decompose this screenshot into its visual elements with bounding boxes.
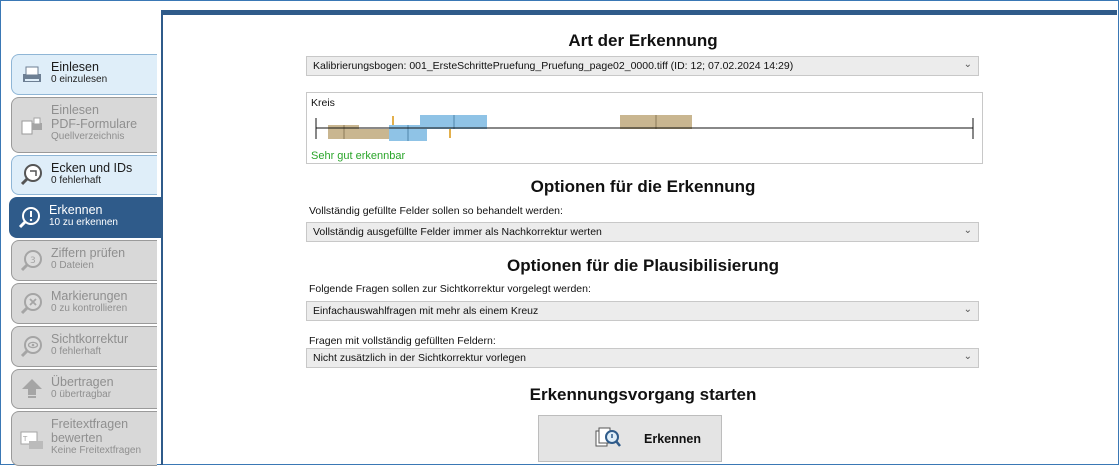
sidebar-item-subtitle: Keine Freitextfragen — [51, 445, 142, 456]
scanner-icon — [23, 66, 41, 82]
sidebar: Einlesen 0 einzulesen Einlesen PDF-Formula… — [1, 1, 162, 466]
transfer-up-icon — [22, 379, 42, 398]
bar-brown-2 — [358, 129, 389, 139]
heading-optionen-erkennung: Optionen für die Erkennung — [530, 177, 756, 196]
marking-check-icon — [20, 292, 42, 314]
heading-art-der-erkennung: Art der Erkennung — [568, 31, 718, 50]
sidebar-item-einlesen[interactable]: Einlesen 0 einzulesen — [11, 54, 157, 95]
digit-check-icon: 3 — [20, 249, 42, 271]
sidebar-item-subtitle: 0 zu kontrollieren — [51, 303, 128, 314]
sidebar-item-subtitle: 0 Dateien — [51, 260, 94, 271]
kreis-status: Sehr gut erkennbar — [311, 150, 406, 162]
questions-label: Folgende Fragen sollen zur Sichtkorrektu… — [309, 283, 591, 295]
chevron-down-icon: ⌄ — [963, 304, 972, 315]
recognize-document-icon — [595, 427, 621, 447]
full-fields-select-value: Nicht zusätzlich in der Sichtkorrektur v… — [313, 352, 527, 364]
freetext-icon: T — [20, 431, 43, 449]
sidebar-item-subtitle: 0 übertragbar — [51, 389, 112, 400]
sidebar-item-title: Einlesen — [51, 60, 99, 74]
questions-select[interactable]: Einfachauswahlfragen mit mehr als einem … — [306, 301, 979, 321]
sidebar-item-title: Übertragen — [51, 375, 114, 389]
sidebar-item-pdf-formulare[interactable]: Einlesen PDF-Formulare Quellverzeichnis — [11, 97, 157, 153]
sidebar-item-title: Freitextfragen — [51, 417, 129, 431]
filled-fields-label: Vollständig gefüllte Felder sollen so be… — [309, 205, 563, 217]
chevron-down-icon: ⌄ — [963, 351, 972, 362]
chevron-down-icon: ⌄ — [963, 59, 972, 70]
svg-text:3: 3 — [30, 256, 36, 266]
main-panel: Art der Erkennung Kalibrierungsbogen: 00… — [163, 15, 1118, 465]
recognize-icon — [18, 206, 40, 228]
heading-optionen-plausibilisierung: Optionen für die Plausibilisierung — [506, 256, 780, 275]
heading-erkennungsvorgang: Erkennungsvorgang starten — [529, 385, 757, 404]
sidebar-item-ecken[interactable]: Ecken und IDs 0 fehlerhaft — [11, 155, 157, 195]
sidebar-item-erkennen[interactable]: Erkennen 10 zu erkennen — [9, 197, 162, 238]
filled-fields-select-value: Vollständig ausgefüllte Felder immer als… — [313, 226, 602, 238]
bar-orange-1 — [392, 116, 394, 125]
full-fields-label: Fragen mit vollständig gefüllten Feldern… — [309, 335, 496, 347]
svg-text:T: T — [22, 435, 28, 443]
erkennen-button-label: Erkennen — [644, 432, 701, 446]
sidebar-item-title: Erkennen — [49, 203, 103, 217]
sidebar-item-title-2: bewerten — [51, 431, 103, 445]
corner-search-icon — [20, 164, 42, 186]
kreis-histogram — [315, 115, 974, 141]
sidebar-item-uebertragen[interactable]: Übertragen 0 übertragbar — [11, 369, 157, 409]
sidebar-item-title: Markierungen — [51, 289, 128, 303]
visual-correction-icon — [20, 335, 42, 357]
calibration-select-value: Kalibrierungsbogen: 001_ErsteSchrittePru… — [313, 60, 794, 72]
sidebar-item-freitextfragen[interactable]: T Freitextfragen bewerten Keine Freitextfr… — [11, 411, 157, 466]
questions-select-value: Einfachauswahlfragen mit mehr als einem … — [313, 305, 539, 317]
sidebar-item-ziffern[interactable]: 3 Ziffern prüfen 0 Dateien — [11, 240, 157, 281]
bar-orange-2 — [449, 129, 451, 138]
chevron-down-icon: ⌄ — [963, 225, 972, 236]
sidebar-item-title: Einlesen — [51, 103, 99, 117]
sidebar-item-subtitle: Quellverzeichnis — [51, 131, 125, 142]
erkennen-button[interactable]: Erkennen — [538, 415, 722, 462]
filled-fields-select[interactable]: Vollständig ausgefüllte Felder immer als… — [306, 222, 979, 242]
sidebar-item-subtitle: 0 fehlerhaft — [51, 175, 102, 186]
sidebar-item-title: Ziffern prüfen — [51, 246, 126, 260]
full-fields-select[interactable]: Nicht zusätzlich in der Sichtkorrektur v… — [306, 348, 979, 368]
sidebar-item-title: Ecken und IDs — [51, 161, 133, 175]
sidebar-item-subtitle: 10 zu erkennen — [49, 217, 118, 228]
sidebar-item-title-2: PDF-Formulare — [51, 117, 138, 131]
pdf-forms-icon — [21, 117, 42, 135]
sidebar-item-title: Sichtkorrektur — [51, 332, 129, 346]
kreis-preview-box: Kreis Sehr gut erkennbar — [306, 92, 983, 164]
sidebar-item-subtitle: 0 fehlerhaft — [51, 346, 102, 357]
sidebar-item-subtitle: 0 einzulesen — [51, 74, 108, 85]
calibration-select[interactable]: Kalibrierungsbogen: 001_ErsteSchrittePru… — [306, 56, 979, 76]
sidebar-item-sichtkorrektur[interactable]: Sichtkorrektur 0 fehlerhaft — [11, 326, 157, 367]
sidebar-item-markierungen[interactable]: Markierungen 0 zu kontrollieren — [11, 283, 157, 324]
